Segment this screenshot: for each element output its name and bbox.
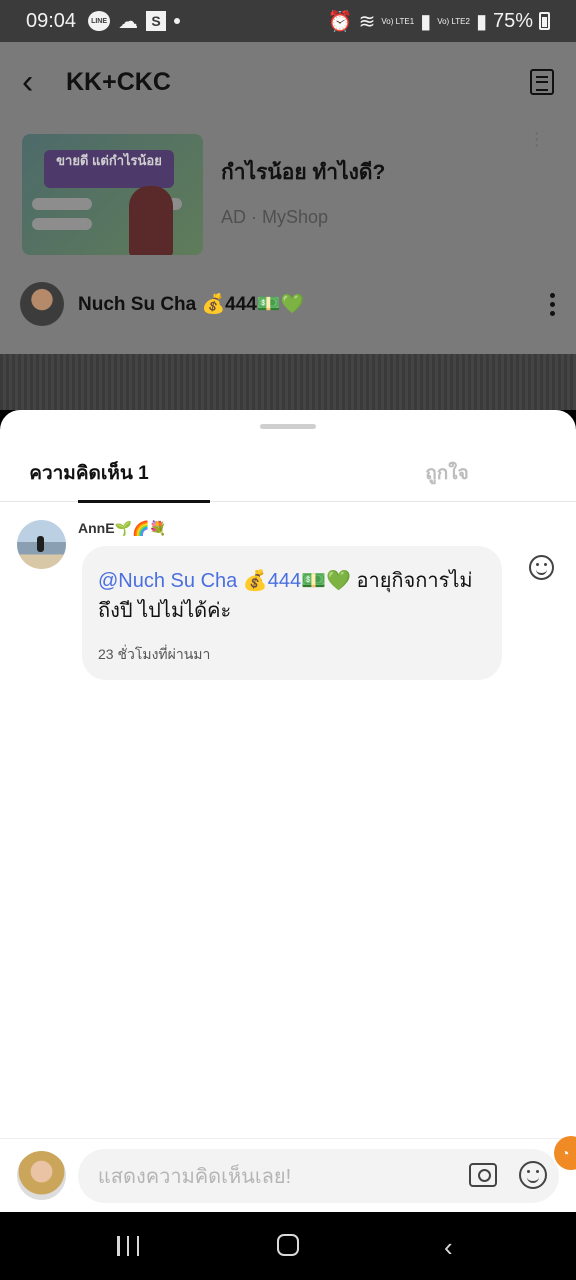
system-nav-bar: ‹ <box>0 1212 576 1280</box>
comment-bubble[interactable]: @Nuch Su Cha 💰444💵💚 อายุกิจการไม่ถึงปี ไ… <box>82 546 502 680</box>
app-header: ‹ KK+CKC <box>0 42 576 122</box>
comment-mention[interactable]: @Nuch Su Cha 💰444💵💚 <box>98 570 351 592</box>
comment-input[interactable]: แสดงความคิดเห็นเลย! <box>77 1148 559 1203</box>
emoji-icon[interactable] <box>519 1160 547 1189</box>
recents-icon[interactable] <box>117 1236 139 1256</box>
avatar[interactable] <box>20 282 64 326</box>
post-more-icon[interactable] <box>550 292 556 316</box>
battery-percent: 75% <box>492 9 533 32</box>
sim2-label: Vo) LTE2 <box>437 16 470 26</box>
post-author-name[interactable]: Nuch Su Cha 💰444💵💚 <box>78 292 304 316</box>
status-bar: 09:04 LINE ☁ S ⏰ ≋ Vo) LTE1 ▮ Vo) LTE2 ▮… <box>0 0 576 42</box>
signal-icon: ▮ <box>420 10 432 33</box>
ad-sponsor: AD · MyShop <box>221 207 329 227</box>
post-image-preview <box>0 354 576 410</box>
ad-more-icon[interactable]: · · · <box>533 123 540 155</box>
ad-model-image <box>129 186 173 255</box>
comment-timestamp: 23 ชั่วโมงที่ผ่านมา <box>98 646 211 662</box>
avatar <box>17 1151 66 1200</box>
avatar[interactable] <box>17 520 66 569</box>
chat-title: KK+CKC <box>66 67 171 96</box>
tab-likes-label: ถูกใจ <box>425 463 469 484</box>
tab-comments-label: ความคิดเห็น 1 <box>29 463 149 484</box>
ad-thumbnail-headline: ขายดี แต่กำไรน้อย <box>44 150 174 188</box>
back-arrow-icon[interactable]: ‹ <box>22 63 62 102</box>
floating-action-icon[interactable]: ◔ <box>554 1136 576 1170</box>
wifi-icon: ≋ <box>358 10 376 33</box>
tab-comments[interactable]: ความคิดเห็น 1 <box>0 444 288 503</box>
s-app-icon: S <box>146 11 167 31</box>
alarm-icon: ⏰ <box>327 10 353 33</box>
ad-decor-pill <box>32 218 92 230</box>
comment-composer: แสดงความคิดเห็นเลย! ◔ <box>0 1136 576 1212</box>
sim1-label: Vo) LTE1 <box>381 16 415 26</box>
line-notification-icon: LINE <box>88 11 111 31</box>
cloud-icon: ☁ <box>118 10 139 33</box>
tab-likes[interactable]: ถูกใจ <box>288 444 576 502</box>
background-post-view: ‹ KK+CKC ขายดี แต่กำไรน้อย กำไรน้อย ทำไง… <box>0 42 576 410</box>
signal-icon: ▮ <box>475 10 487 33</box>
more-notifications-icon <box>174 18 181 24</box>
comment-author[interactable]: AnnE🌱🌈💐 <box>78 520 167 537</box>
home-icon[interactable] <box>277 1234 299 1256</box>
memo-icon[interactable] <box>530 69 554 95</box>
post-author-row: Nuch Su Cha 💰444💵💚 <box>0 268 576 340</box>
camera-icon[interactable] <box>469 1162 497 1187</box>
sheet-drag-handle[interactable] <box>260 424 316 429</box>
comment-text: @Nuch Su Cha 💰444💵💚 อายุกิจการไม่ถึงปี ไ… <box>98 566 486 626</box>
react-emoji-icon[interactable] <box>529 555 554 580</box>
clock: 09:04 <box>26 9 77 32</box>
sheet-tabs: ความคิดเห็น 1 ถูกใจ <box>0 444 576 503</box>
ad-decor-pill <box>32 198 92 210</box>
ad-thumbnail[interactable]: ขายดี แต่กำไรน้อย <box>22 134 203 255</box>
battery-icon <box>539 12 550 30</box>
comments-sheet: ความคิดเห็น 1 ถูกใจ AnnE🌱🌈💐 @Nuch Su Cha… <box>0 410 576 1212</box>
back-icon[interactable]: ‹ <box>444 1232 453 1263</box>
ad-title: กำไรน้อย ทำไงดี? <box>221 161 386 184</box>
comment-input-placeholder: แสดงความคิดเห็นเลย! <box>97 1165 292 1188</box>
ad-banner[interactable]: ขายดี แต่กำไรน้อย กำไรน้อย ทำไงดี? AD · … <box>0 122 576 268</box>
